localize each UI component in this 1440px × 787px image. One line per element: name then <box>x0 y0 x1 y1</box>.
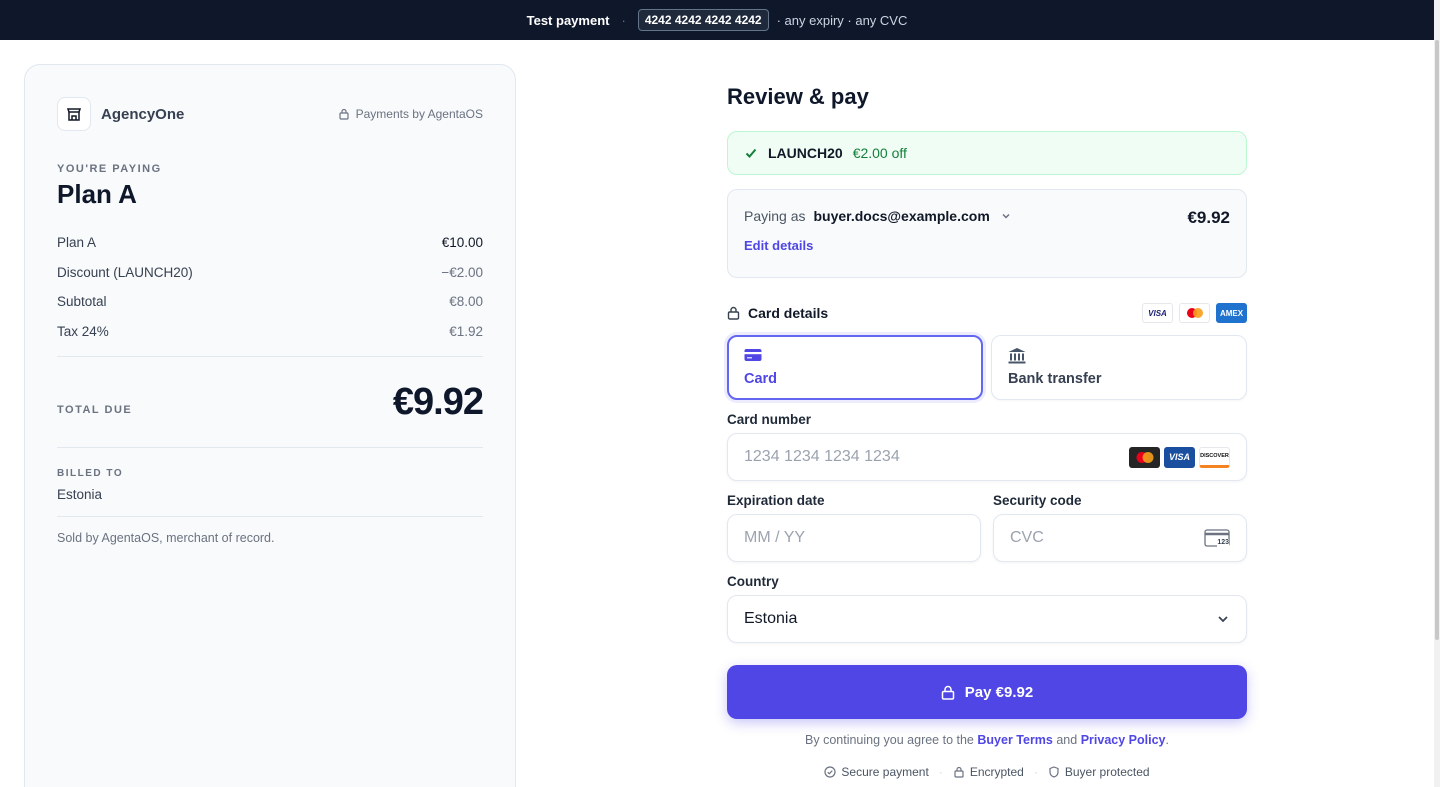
merchant-of-record-note: Sold by AgentaOS, merchant of record. <box>57 516 483 545</box>
card-number-field[interactable]: VISA DISCOVER <box>727 433 1247 481</box>
method-label: Bank transfer <box>1008 371 1102 387</box>
merchant-name: AgencyOne <box>101 105 185 123</box>
test-payment-label: Test payment <box>526 12 610 28</box>
payment-method-tabs: Card Bank transfer <box>727 335 1247 400</box>
promo-code: LAUNCH20 <box>768 145 843 161</box>
mastercard-icon <box>1179 303 1210 323</box>
test-card-number[interactable]: 4242 4242 4242 4242 <box>637 9 769 31</box>
divider <box>57 447 483 448</box>
store-icon <box>57 97 91 131</box>
shield-icon <box>1049 766 1059 778</box>
test-card-hint: · any expiry · any CVC <box>776 12 908 28</box>
bank-icon <box>1008 348 1026 364</box>
chevron-down-icon[interactable] <box>1000 210 1012 222</box>
visa-icon: VISA <box>1164 446 1195 468</box>
billed-to-label: BILLED TO <box>57 468 124 479</box>
expiry-field[interactable] <box>727 514 981 562</box>
method-card-tab[interactable]: Card <box>727 335 983 400</box>
promo-discount: €2.00 off <box>852 145 907 161</box>
lock-icon <box>954 766 964 778</box>
paying-as-label: Paying as <box>744 208 806 224</box>
credit-card-icon <box>744 349 762 361</box>
cvc-card-icon: 123 <box>1204 529 1230 547</box>
total-amount: €9.92 <box>392 380 484 423</box>
total-label: TOTAL DUE <box>57 404 133 416</box>
checkout-form: Review & pay LAUNCH20 €2.00 off Paying a… <box>727 84 1247 779</box>
line-item: Subtotal €8.00 <box>57 294 483 310</box>
trust-badges: Secure payment · Encrypted · Buyer prote… <box>727 765 1247 779</box>
discover-icon: DISCOVER <box>1199 446 1230 468</box>
card-details-label: Card details <box>748 305 829 321</box>
paying-eyebrow: YOU'RE PAYING <box>57 163 162 175</box>
privacy-policy-link[interactable]: Privacy Policy <box>1081 733 1166 747</box>
cvc-label: Security code <box>993 493 1082 508</box>
trust-badge: Encrypted <box>953 765 1024 779</box>
country-value: Estonia <box>744 610 798 627</box>
line-items: Plan A €10.00 Discount (LAUNCH20) −€2.00 S… <box>57 228 483 346</box>
card-brand-logos: VISA DISCOVER <box>1129 446 1230 468</box>
order-summary-panel: AgencyOne Payments by AgentaOS YOU'RE PA… <box>24 64 516 787</box>
page-title: Review & pay <box>727 84 869 109</box>
method-label: Card <box>744 371 778 387</box>
cvc-input[interactable] <box>1010 529 1170 547</box>
payer-amount: €9.92 <box>1187 208 1230 227</box>
powered-by: Payments by AgentaOS <box>338 107 483 121</box>
scrollbar-thumb[interactable] <box>1435 40 1439 640</box>
test-mode-banner: Test payment · 4242 4242 4242 4242 · any… <box>0 0 1434 40</box>
promo-applied-banner: LAUNCH20 €2.00 off <box>727 131 1247 175</box>
card-details-header: Card details VISA AMEX <box>727 302 1247 324</box>
cvc-field[interactable]: 123 <box>993 514 1247 562</box>
country-label: Country <box>727 574 779 589</box>
edit-details-link[interactable]: Edit details <box>744 238 813 253</box>
billed-to-value: Estonia <box>57 487 103 502</box>
terms-note: By continuing you agree to the Buyer Ter… <box>805 733 1169 747</box>
line-item: Plan A €10.00 <box>57 235 483 251</box>
amex-icon: AMEX <box>1216 303 1247 323</box>
merchant-header: AgencyOne Payments by AgentaOS <box>57 97 483 131</box>
lock-icon <box>338 108 349 120</box>
trust-badge: Secure payment <box>824 765 929 779</box>
payer-card: Paying as buyer.docs@example.com €9.92 E… <box>727 189 1247 278</box>
card-number-input[interactable] <box>744 448 1044 466</box>
payer-email[interactable]: buyer.docs@example.com <box>813 208 989 224</box>
line-item: Discount (LAUNCH20) −€2.00 <box>57 264 483 280</box>
total-due: TOTAL DUE €9.92 <box>57 357 484 447</box>
method-bank-transfer-tab[interactable]: Bank transfer <box>991 335 1247 400</box>
lock-icon <box>941 685 955 700</box>
expiry-label: Expiration date <box>727 493 825 508</box>
expiry-input[interactable] <box>744 529 944 547</box>
page-scrollbar[interactable] <box>1434 0 1440 787</box>
pay-button[interactable]: Pay €9.92 <box>727 665 1247 719</box>
card-number-label: Card number <box>727 412 812 427</box>
check-circle-icon <box>824 766 837 778</box>
pay-button-label: Pay €9.92 <box>964 683 1034 701</box>
visa-icon: VISA <box>1142 303 1173 323</box>
line-item: Tax 24% €1.92 <box>57 323 483 339</box>
trust-badge: Buyer protected <box>1048 765 1150 779</box>
plan-title: Plan A <box>57 179 137 209</box>
country-select[interactable]: Estonia <box>727 595 1247 643</box>
buyer-terms-link[interactable]: Buyer Terms <box>977 733 1053 747</box>
mastercard-icon <box>1129 446 1160 468</box>
banner-separator: · <box>621 12 626 28</box>
lock-icon <box>727 306 740 320</box>
accepted-brands: VISA AMEX <box>1142 303 1247 323</box>
check-icon <box>745 148 757 158</box>
chevron-down-icon <box>1218 616 1228 623</box>
